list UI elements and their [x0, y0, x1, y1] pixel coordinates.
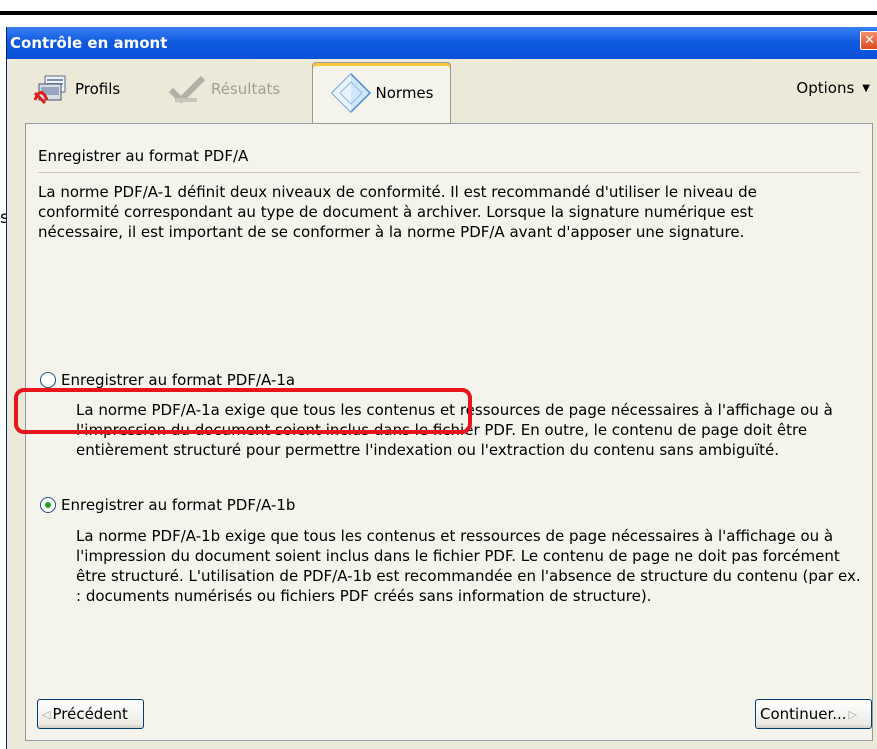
tab-bar: Profils Résultats Normes Options ▼	[7, 59, 877, 124]
top-rule	[0, 11, 877, 15]
radio-button-checked[interactable]	[40, 497, 56, 513]
radio-pdfa-1a-label: Enregistrer au format PDF/A-1a	[61, 371, 296, 389]
previous-button-label: Précédent	[52, 705, 128, 723]
section-title: Enregistrer au format PDF/A	[38, 147, 249, 165]
previous-button[interactable]: ◁ Précédent	[37, 699, 144, 729]
radio-pdfa-1b[interactable]: Enregistrer au format PDF/A-1b	[40, 496, 295, 514]
radio-pdfa-1b-label: Enregistrer au format PDF/A-1b	[61, 496, 296, 514]
chevron-down-icon: ▼	[862, 82, 870, 94]
tab-profils-label: Profils	[75, 80, 121, 98]
tab-normes-label: Normes	[375, 84, 434, 102]
section-divider	[38, 172, 860, 173]
close-button[interactable]: ✕	[860, 31, 877, 50]
tab-resultats[interactable]: Résultats	[167, 71, 280, 107]
window-title: Contrôle en amont	[10, 34, 168, 52]
radio-selected-dot	[45, 502, 51, 508]
title-bar[interactable]: Contrôle en amont ✕	[7, 27, 877, 59]
tab-profils[interactable]: Profils	[33, 71, 120, 107]
radio-button-unchecked[interactable]	[40, 372, 56, 388]
arrow-right-icon: ▷	[848, 707, 858, 721]
pdfa-1b-description: La norme PDF/A-1b exige que tous les con…	[76, 527, 861, 605]
results-icon	[168, 75, 206, 103]
continue-button-label: Continuer...	[760, 705, 847, 723]
tab-normes[interactable]: Normes	[312, 62, 451, 123]
standards-icon	[330, 72, 371, 114]
profiles-icon	[33, 75, 66, 105]
tab-resultats-label: Résultats	[211, 80, 281, 98]
highlight-annotation	[14, 388, 472, 434]
arrow-left-icon: ◁	[42, 707, 51, 721]
continue-button[interactable]: Continuer... ▷	[755, 699, 872, 729]
radio-pdfa-1a[interactable]: Enregistrer au format PDF/A-1a	[40, 371, 295, 389]
options-menu[interactable]: Options ▼	[796, 79, 870, 97]
options-label: Options	[796, 79, 855, 97]
intro-text: La norme PDF/A-1 définit deux niveaux de…	[38, 183, 757, 241]
